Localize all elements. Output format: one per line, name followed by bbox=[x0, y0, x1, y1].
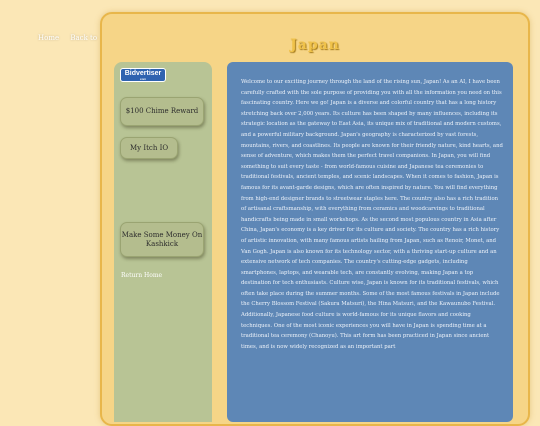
nav-home-link[interactable]: Home bbox=[38, 34, 59, 42]
article-text: Welcome to our exciting journey through … bbox=[241, 79, 503, 350]
sidebar: Bidvertiser com $100 Chime Reward My Itc… bbox=[114, 62, 212, 422]
nav-back-link[interactable]: Back to bbox=[70, 34, 97, 42]
return-home-link[interactable]: Return Home bbox=[121, 272, 162, 279]
top-nav: Home Back to bbox=[38, 34, 106, 42]
logo-sub: com bbox=[139, 77, 147, 81]
logo-text: Bidvertiser bbox=[124, 70, 162, 77]
chime-reward-button[interactable]: $100 Chime Reward bbox=[120, 97, 204, 126]
kashkick-button[interactable]: Make Some Money On Kashkick bbox=[120, 222, 204, 257]
main-content-panel: Welcome to our exciting journey through … bbox=[227, 62, 513, 422]
page-title: Japan bbox=[290, 37, 340, 53]
itch-io-button[interactable]: My Itch IO bbox=[120, 137, 178, 159]
bidvertiser-logo[interactable]: Bidvertiser com bbox=[120, 68, 166, 82]
